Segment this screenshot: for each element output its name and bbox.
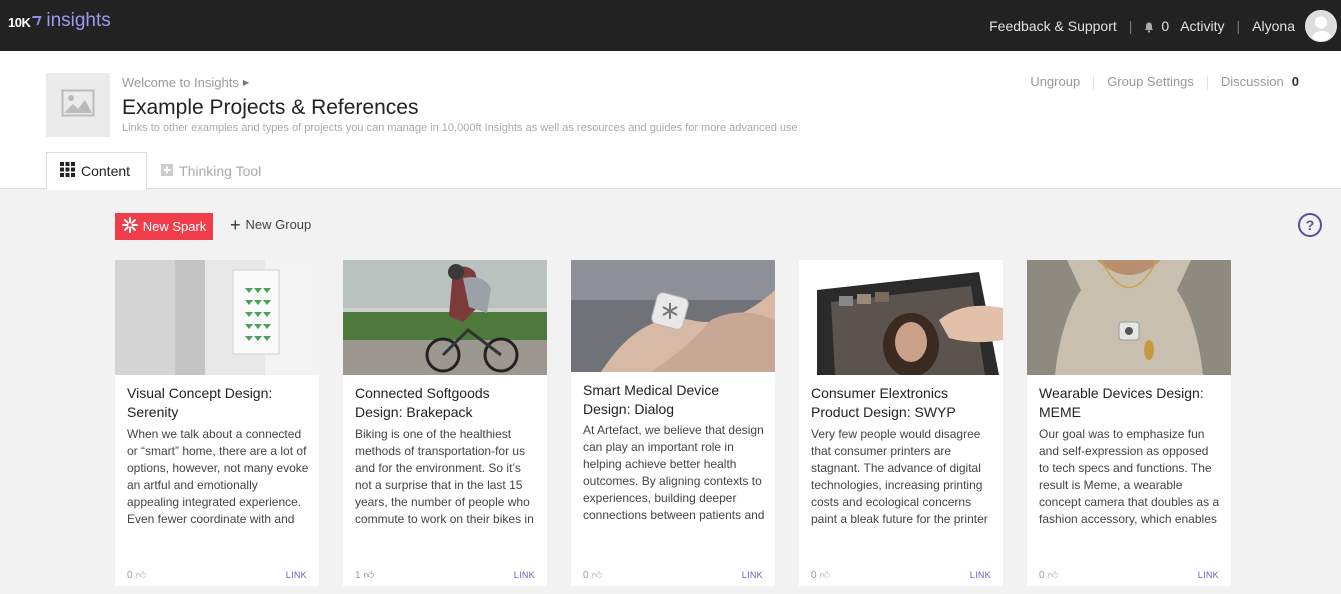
tab-content[interactable]: Content — [46, 152, 148, 190]
like-button[interactable]: 0 👍︎ — [127, 569, 147, 582]
spark-icon — [121, 217, 138, 236]
like-count: 0 — [583, 569, 589, 581]
image-placeholder-icon — [61, 89, 95, 122]
thumbs-up-icon: 👍︎ — [591, 570, 603, 581]
card-description: Biking is one of the healthiest methods … — [355, 427, 534, 526]
thumbs-up-icon: 👍︎ — [1047, 570, 1059, 581]
app-name: insights — [46, 10, 111, 31]
like-count: 1 — [355, 569, 361, 581]
new-group-label: New Group — [245, 217, 312, 232]
help-icon[interactable]: ? — [1298, 213, 1322, 237]
spark-card[interactable]: Connected Softgoods Design: Brakepack Bi… — [343, 260, 547, 586]
link-button[interactable]: LINK — [286, 570, 307, 580]
page-subtitle: Links to other examples and types of pro… — [122, 122, 798, 134]
logo-text: 10K — [8, 14, 31, 30]
card-image[interactable] — [799, 260, 1003, 375]
card-title[interactable]: Smart Medical Device Design: Dialog — [583, 381, 767, 419]
card-title[interactable]: Visual Concept Design: Serenity — [127, 384, 311, 422]
spark-card[interactable]: Smart Medical Device Design: Dialog At A… — [571, 260, 775, 586]
plus-icon: + — [230, 214, 241, 235]
card-description: When we talk about a connected or “smart… — [127, 427, 309, 526]
card-description: Very few people would disagree that cons… — [811, 427, 988, 526]
group-header: Welcome to Insights ▶ Example Projects & … — [0, 51, 1341, 190]
link-button[interactable]: LINK — [742, 570, 763, 580]
card-footer: 0 👍︎ LINK — [127, 569, 307, 582]
card-description: At Artefact, we believe that design can … — [583, 423, 765, 522]
top-bar: 10K insights Feedback & Support | 0 Acti… — [0, 0, 1341, 51]
notification-count[interactable]: 0 — [1161, 18, 1169, 34]
card-footer: 0 👍︎ LINK — [1039, 569, 1219, 582]
ungroup-button[interactable]: Ungroup — [1030, 74, 1080, 90]
card-image[interactable] — [571, 260, 775, 372]
card-footer: 1 👍︎ LINK — [355, 569, 535, 582]
card-image[interactable] — [343, 260, 547, 375]
nav-divider: | — [1128, 17, 1133, 34]
card-image[interactable] — [1027, 260, 1231, 375]
breadcrumb-item[interactable]: Welcome to Insights — [122, 75, 239, 90]
link-button[interactable]: LINK — [970, 570, 991, 580]
group-settings-button[interactable]: Group Settings — [1107, 74, 1194, 90]
card-title[interactable]: Connected Softgoods Design: Brakepack — [355, 384, 539, 422]
feedback-support-link[interactable]: Feedback & Support — [989, 18, 1117, 34]
activity-link[interactable]: Activity — [1180, 18, 1224, 34]
spark-card[interactable]: Wearable Devices Design: MEME Our goal w… — [1027, 260, 1231, 586]
card-description: Our goal was to emphasize fun and self-e… — [1039, 427, 1220, 526]
page-title: Example Projects & References — [122, 96, 419, 119]
link-button[interactable]: LINK — [1198, 570, 1219, 580]
spark-card[interactable]: Visual Concept Design: Serenity When we … — [115, 260, 319, 586]
discussion-button[interactable]: Discussion — [1221, 74, 1284, 90]
card-title[interactable]: Consumer Elextronics Product Design: SWY… — [811, 384, 995, 422]
bell-icon[interactable] — [1144, 22, 1154, 33]
card-footer: 0 👍︎ LINK — [811, 569, 991, 582]
link-button[interactable]: LINK — [514, 570, 535, 580]
grid-icon — [60, 162, 75, 180]
new-group-button[interactable]: + New Group — [230, 214, 312, 235]
like-count: 0 — [1039, 569, 1045, 581]
like-count: 0 — [811, 569, 817, 581]
discussion-count: 0 — [1291, 74, 1299, 89]
user-name[interactable]: Alyona — [1252, 18, 1295, 34]
like-count: 0 — [127, 569, 133, 581]
thumbs-up-icon: 👍︎ — [363, 570, 375, 581]
card-title[interactable]: Wearable Devices Design: MEME — [1039, 384, 1223, 422]
spark-card[interactable]: Consumer Elextronics Product Design: SWY… — [799, 260, 1003, 586]
caret-right-icon: ▶ — [242, 78, 249, 87]
tab-label: Thinking Tool — [179, 162, 262, 179]
card-footer: 0 👍︎ LINK — [583, 569, 763, 582]
breadcrumb[interactable]: Welcome to Insights ▶ — [122, 75, 249, 90]
nav-divider: | — [1236, 17, 1241, 34]
plus-square-icon — [161, 163, 174, 179]
header-actions: Ungroup Group Settings Discussion 0 — [1030, 74, 1299, 90]
top-nav: Feedback & Support | 0 Activity | Alyona — [989, 0, 1341, 51]
like-button[interactable]: 0 👍︎ — [811, 569, 831, 582]
thumbs-up-icon: 👍︎ — [819, 570, 831, 581]
group-thumbnail[interactable] — [46, 73, 110, 137]
tab-label: Content — [81, 163, 131, 179]
like-button[interactable]: 1 👍︎ — [355, 569, 375, 582]
like-button[interactable]: 0 👍︎ — [583, 569, 603, 582]
action-divider — [1093, 76, 1095, 90]
thumbs-up-icon: 👍︎ — [135, 570, 147, 581]
brand-logo[interactable]: 10K insights — [8, 10, 111, 32]
action-divider — [1206, 76, 1208, 90]
avatar[interactable] — [1305, 9, 1337, 42]
new-spark-label: New Spark — [142, 219, 207, 234]
tab-thinking-tool[interactable]: Thinking Tool — [147, 152, 275, 189]
card-image[interactable] — [115, 260, 319, 375]
like-button[interactable]: 0 👍︎ — [1039, 569, 1059, 582]
tab-bar: Content Thinking Tool — [46, 152, 275, 190]
logo-mark-icon — [29, 15, 42, 25]
new-spark-button[interactable]: New Spark — [115, 213, 213, 240]
